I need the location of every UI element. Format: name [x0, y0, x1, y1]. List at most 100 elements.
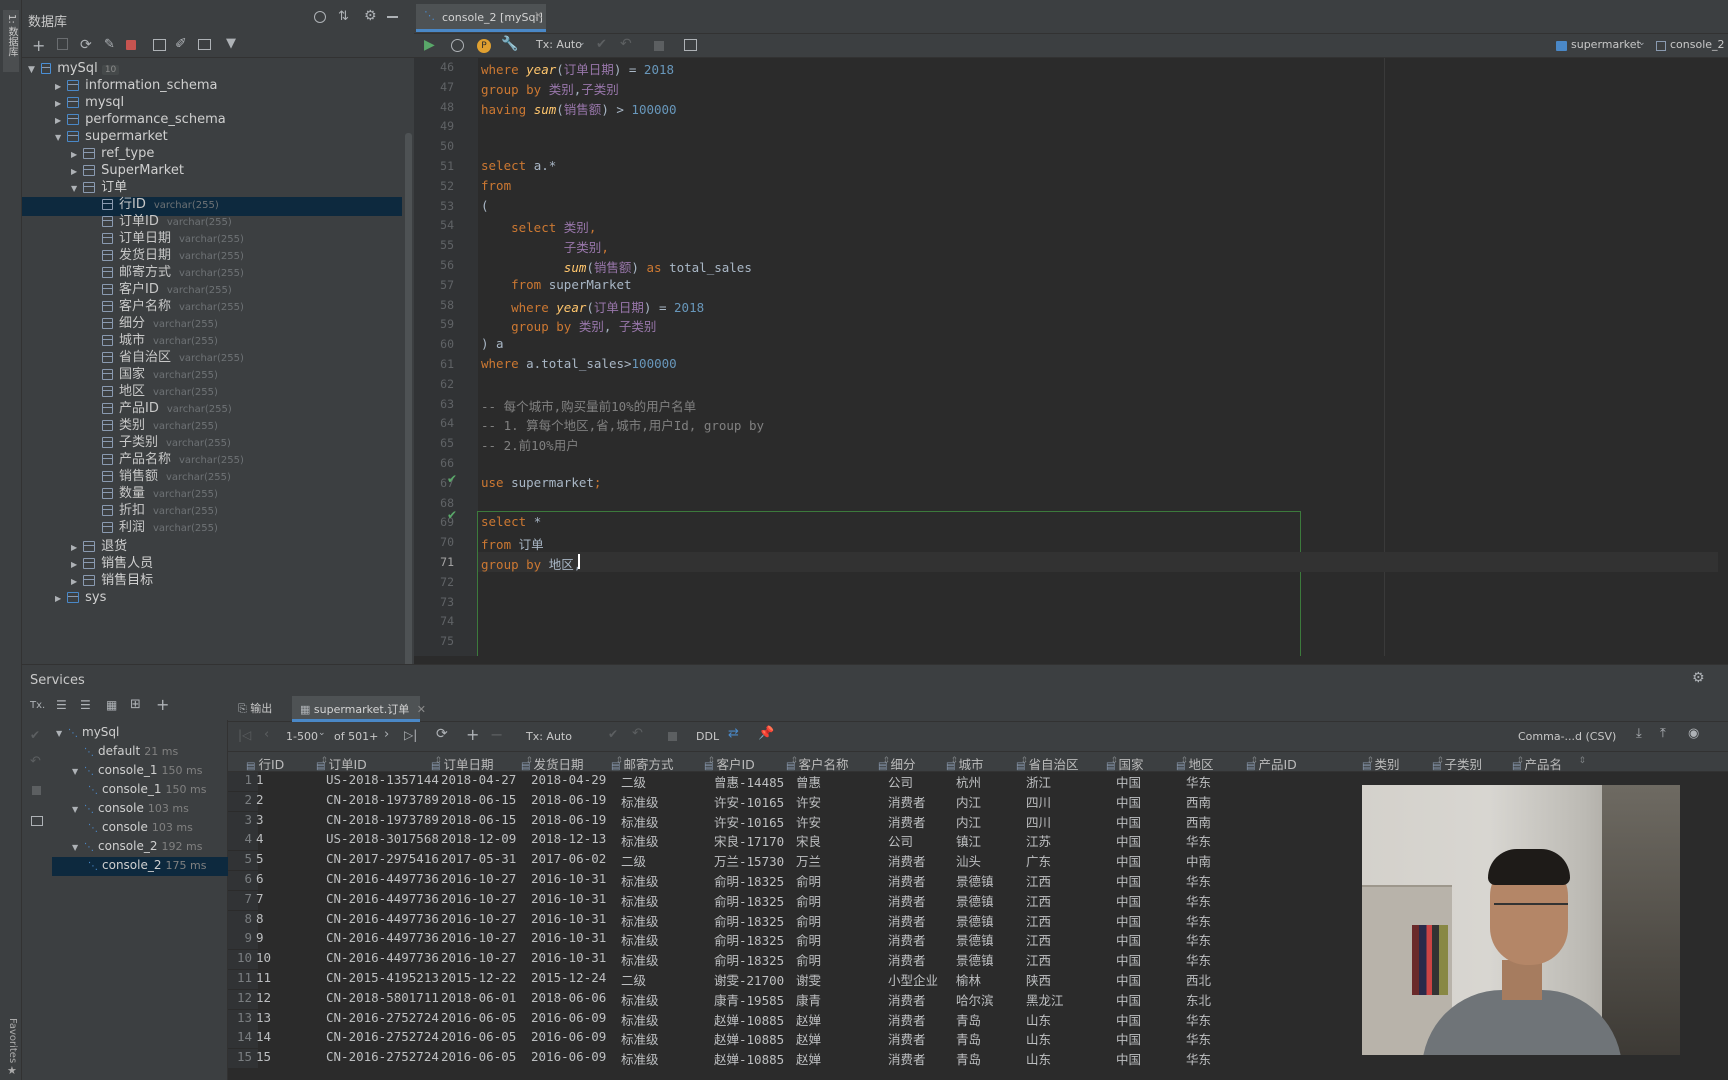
tree-scrollbar[interactable]	[405, 133, 412, 664]
service-node[interactable]: ▼ ⋱ console_2 192 ms	[72, 837, 202, 856]
commit-icon[interactable]: ✔	[30, 728, 40, 742]
refresh-icon[interactable]: ⟳	[436, 726, 448, 742]
target-icon[interactable]	[314, 11, 326, 23]
stop-icon[interactable]	[126, 40, 136, 50]
sql-editor[interactable]: 46 where year(订单日期) = 2018 47 group by 类别,子…	[414, 58, 1728, 656]
table-cell[interactable]: 西北	[1176, 970, 1262, 989]
expand-arrow-icon[interactable]: ▶	[55, 116, 61, 125]
service-node[interactable]: ▼ ⋱ mySql	[56, 723, 123, 742]
table-cell[interactable]: 华东	[1176, 891, 1262, 910]
table-cell[interactable]: 标准级	[611, 950, 719, 969]
expand-arrow-icon[interactable]: ▶	[71, 167, 77, 176]
table-cell[interactable]: 华东	[1176, 950, 1262, 969]
view-icon[interactable]: ◉	[1688, 726, 1699, 741]
result-table-tab[interactable]: ▦ supermarket.订单 ✕	[292, 696, 426, 722]
table-cell[interactable]: CN-2015-4195213	[316, 970, 446, 985]
table-cell[interactable]: 华东	[1176, 1029, 1262, 1048]
tx-icon[interactable]: Tx.	[30, 700, 45, 711]
favorites-tab-label[interactable]: Favorites	[4, 1018, 18, 1063]
group-icon[interactable]: ▦	[106, 698, 117, 712]
table-cell[interactable]: 标准级	[611, 812, 719, 831]
table-cell[interactable]: 华东	[1176, 831, 1262, 850]
table-cell[interactable]: 标准级	[611, 990, 719, 1009]
table-cell[interactable]: CN-2018-5801711	[316, 990, 446, 1005]
table-cell[interactable]: 华东	[1176, 1010, 1262, 1029]
service-node[interactable]: ⋱ console 103 ms	[88, 818, 193, 837]
add-row-icon[interactable]: +	[466, 725, 479, 744]
minimize-icon[interactable]	[387, 16, 398, 18]
table-cell[interactable]: 西南	[1176, 792, 1262, 811]
column-header[interactable]: ▤ 产品ID ⇕	[1246, 754, 1380, 773]
prev-page-icon[interactable]: ‹	[264, 727, 269, 742]
export-format-select[interactable]: Comma-...d (CSV)	[1518, 730, 1616, 743]
expand-arrow-icon[interactable]: ▶	[71, 577, 77, 586]
next-page-icon[interactable]: ›	[384, 727, 389, 742]
console-select[interactable]: console_2	[1670, 38, 1725, 51]
download-icon[interactable]: ⤓	[1636, 726, 1642, 741]
expand-arrow-icon[interactable]: ▶	[71, 150, 77, 159]
sync-icon[interactable]: ✎	[104, 37, 115, 52]
table-cell[interactable]: CN-2018-1973789	[316, 812, 446, 827]
column-node[interactable]: 利润 varchar(255)	[102, 518, 218, 537]
service-node[interactable]: ⋱ console_1 150 ms	[88, 780, 206, 799]
new-tab-icon[interactable]: ⊞	[130, 697, 141, 712]
table-cell[interactable]: CN-2016-4497736	[316, 891, 446, 906]
table-cell[interactable]: CN-2016-4497736	[316, 950, 446, 965]
table-cell[interactable]: 二级	[611, 772, 719, 791]
close-icon[interactable]: ✕	[534, 9, 543, 22]
collapse-arrow-icon[interactable]: ▼	[28, 65, 35, 75]
stop-icon[interactable]	[668, 732, 677, 741]
table-cell[interactable]: 标准级	[611, 911, 719, 930]
console-icon[interactable]	[198, 39, 211, 50]
expand-arrow-icon[interactable]: ▶	[71, 560, 77, 569]
commit-icon[interactable]: ✔	[608, 727, 618, 741]
history-icon[interactable]	[451, 39, 464, 52]
stop-icon[interactable]	[654, 41, 664, 51]
refresh-icon[interactable]: ⟳	[80, 37, 92, 53]
expand-arrow-icon[interactable]: ▶	[71, 543, 77, 552]
commit-icon[interactable]: ✔	[596, 37, 607, 52]
table-cell[interactable]: CN-2016-2752724	[316, 1029, 446, 1044]
table-cell[interactable]: 标准级	[611, 831, 719, 850]
table-cell[interactable]: 华东	[1176, 930, 1262, 949]
first-page-icon[interactable]: |◁	[238, 728, 251, 742]
last-page-icon[interactable]: ▷|	[404, 728, 417, 742]
collapse-arrow-icon[interactable]: ▼	[72, 800, 80, 819]
add-icon[interactable]: +	[32, 36, 45, 55]
expand-arrow-icon[interactable]: ▶	[55, 594, 61, 603]
table-cell[interactable]: 标准级	[611, 871, 719, 890]
output-layout-icon[interactable]	[684, 39, 697, 51]
collapse-arrow-icon[interactable]: ▼	[56, 724, 64, 743]
wrench-icon[interactable]: 🔧	[501, 36, 518, 52]
table-cell[interactable]: 华东	[1176, 1049, 1262, 1068]
table-cell[interactable]: 华东	[1176, 911, 1262, 930]
table-cell[interactable]: 西南	[1176, 812, 1262, 831]
service-node[interactable]: ⋱ console_2 175 ms	[88, 856, 206, 875]
service-node[interactable]: ▼ ⋱ console_1 150 ms	[72, 761, 202, 780]
table-cell[interactable]: CN-2016-2752724	[316, 1010, 446, 1025]
service-node[interactable]: ▼ ⋱ console 103 ms	[72, 799, 189, 818]
expand-all-icon[interactable]: ☰	[56, 698, 67, 712]
execute-icon[interactable]: ▶	[424, 37, 435, 53]
rollback-icon[interactable]: ↶	[620, 36, 632, 52]
compare-icon[interactable]: ⇄	[728, 726, 739, 741]
schema-select[interactable]: supermarket	[1571, 38, 1641, 51]
table-cell[interactable]: CN-2017-2975416	[316, 851, 446, 866]
table-cell[interactable]: US-2018-1357144	[316, 772, 446, 787]
tx-dropdown-icon[interactable]: ⌄	[578, 38, 586, 48]
table-view-icon[interactable]	[153, 39, 166, 51]
pin-icon[interactable]: 📌	[758, 726, 774, 741]
table-cell[interactable]: US-2018-3017568	[316, 831, 446, 846]
sort-icon[interactable]: ⇕	[1578, 756, 1586, 766]
table-cell[interactable]: 华东	[1176, 772, 1262, 791]
table-cell[interactable]: CN-2016-2752724	[316, 1049, 446, 1064]
table-cell[interactable]: 标准级	[611, 1010, 719, 1029]
expand-arrow-icon[interactable]: ▶	[55, 99, 61, 108]
collapse-all-icon[interactable]: ⇅	[338, 9, 349, 24]
collapse-arrow-icon[interactable]: ▼	[55, 133, 61, 142]
layout-icon[interactable]	[31, 816, 43, 826]
table-cell[interactable]: 标准级	[611, 1049, 719, 1068]
ddl-button[interactable]: DDL	[696, 730, 719, 743]
table-cell[interactable]: CN-2016-4497736	[316, 911, 446, 926]
table-cell[interactable]: 标准级	[611, 930, 719, 949]
